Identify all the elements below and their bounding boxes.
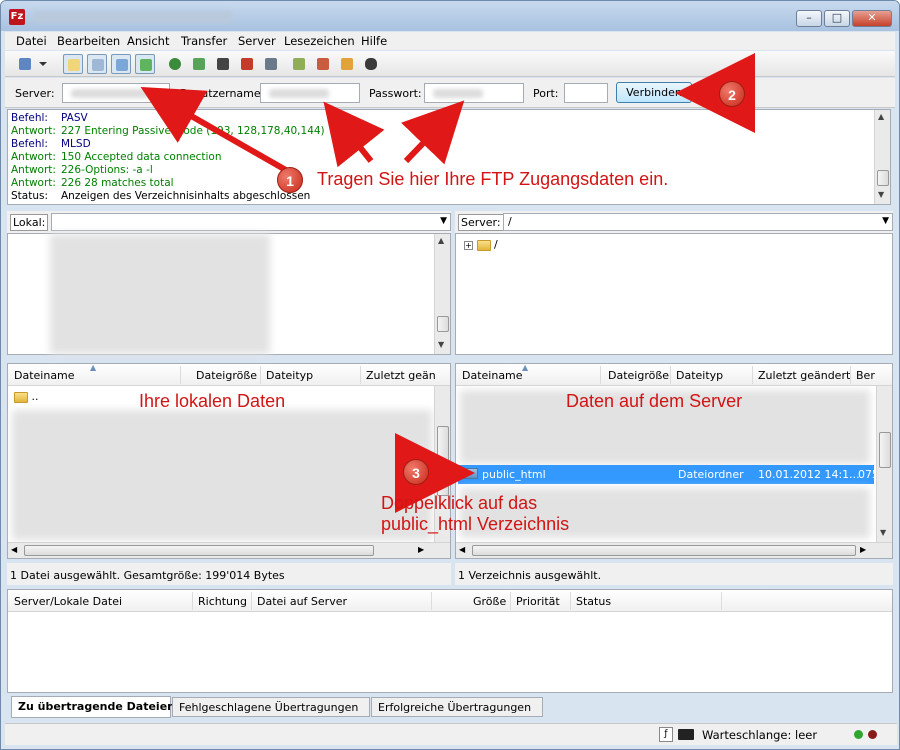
step-badge-1: 1 bbox=[277, 167, 303, 193]
annotation-server-data: Daten auf dem Server bbox=[566, 391, 743, 411]
step-badge-2: 2 bbox=[719, 81, 745, 107]
step-badge-3: 3 bbox=[403, 459, 429, 485]
main-window: Fz – □ ✕ Datei Bearbeiten Ansicht Transf… bbox=[0, 0, 900, 750]
annotation-doubleclick-line1: Doppelklick auf das bbox=[381, 493, 538, 513]
annotation-arrows bbox=[140, 53, 755, 513]
arrow-to-server bbox=[140, 87, 293, 176]
annotation-doubleclick-line2: public_html Verzeichnis bbox=[381, 514, 570, 534]
arrow-to-username bbox=[323, 101, 385, 168]
arrow-to-password bbox=[401, 100, 465, 165]
annotation-credentials: Tragen Sie hier Ihre FTP Zugangsdaten ei… bbox=[317, 169, 669, 189]
annotation-local-data: Ihre lokalen Daten bbox=[139, 391, 286, 411]
